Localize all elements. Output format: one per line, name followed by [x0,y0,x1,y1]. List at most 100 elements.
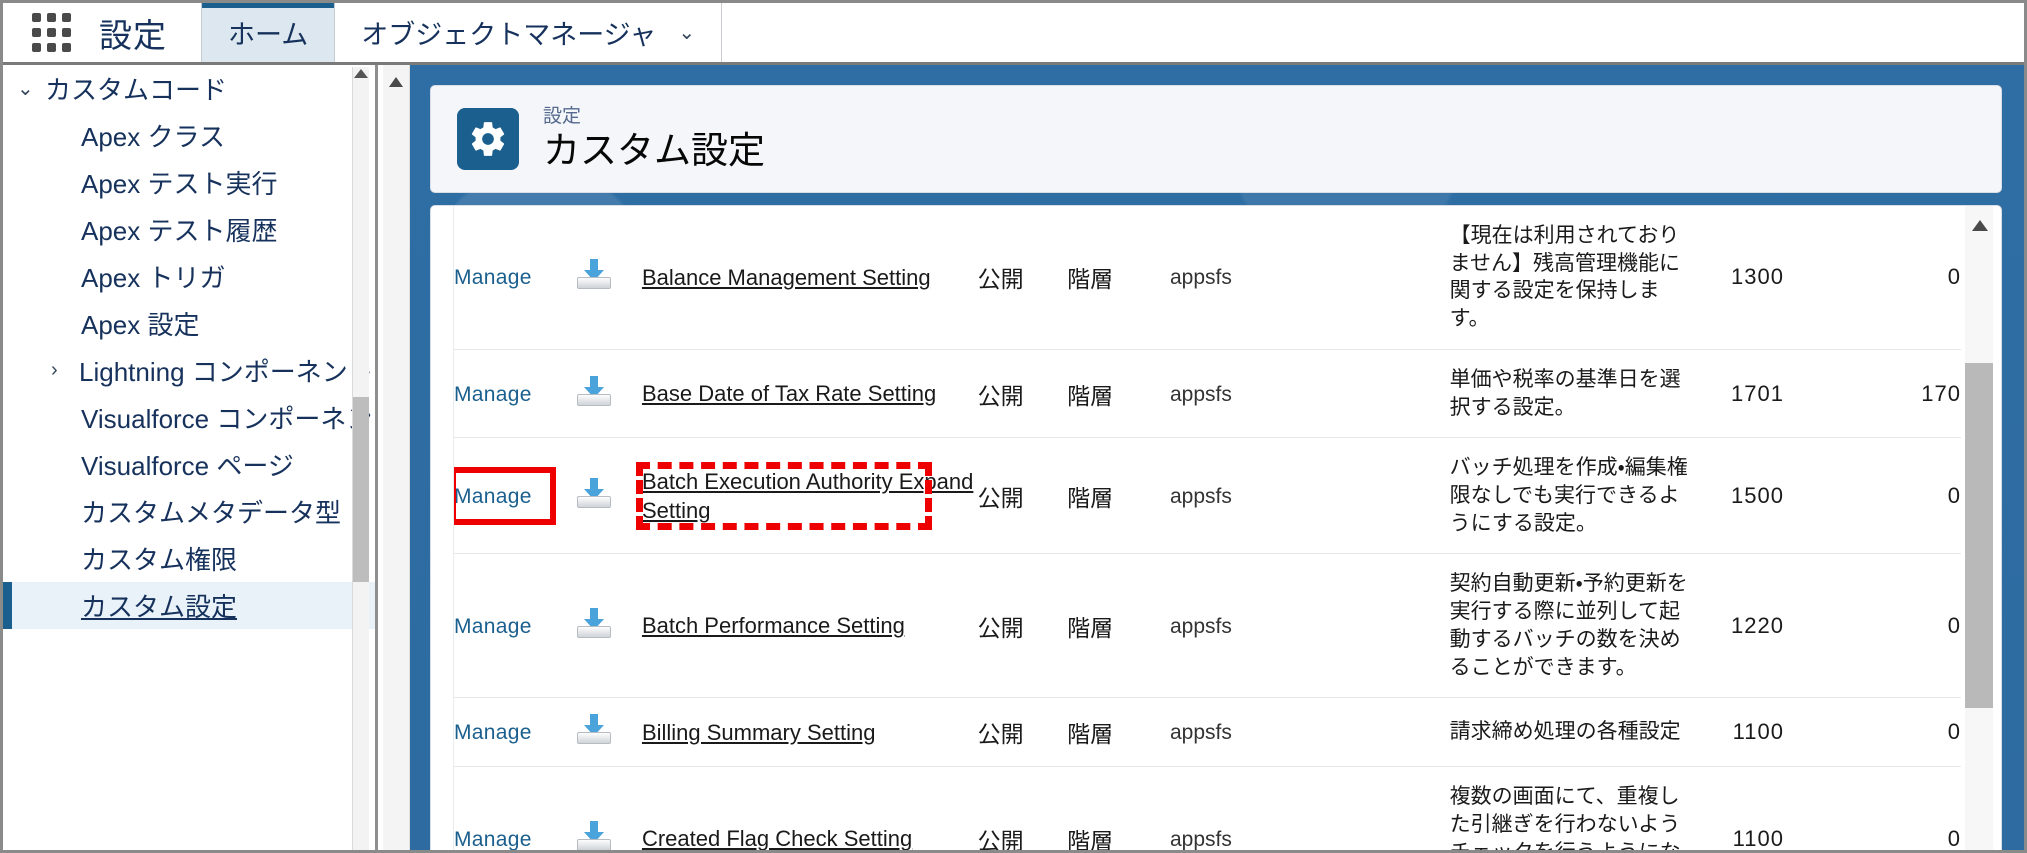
sidebar-item-5[interactable]: Apex 設定 [3,300,375,347]
table-row: Manage Billing Summary Setting 公開 階層 appsfs 請… [454,697,1961,768]
custom-settings-table: Manage Balance Management Setting 公開 階層 apps… [454,206,1961,853]
sidebar-item-4[interactable]: Apex トリガ [3,253,375,300]
sidebar-item-label: Apex クラス [81,122,225,152]
page-title: カスタム設定 [543,130,765,172]
type-value-cell: 階層 [1067,553,1170,699]
sidebar-item-3[interactable]: Apex テスト履歴 [3,206,375,253]
header-tabstrip: ホーム オブジェクトマネージャ ⌄ [201,3,723,62]
sidebar-item-0[interactable]: ⌄ カスタムコード [3,65,375,112]
sidebar-item-9[interactable]: カスタムメタデータ型 [3,488,375,535]
download-icon [577,259,612,290]
table-scroll-thumb[interactable] [1965,363,1993,708]
type-value-cell: 階層 [1067,206,1170,350]
chevron-right-icon[interactable]: › [51,359,79,382]
manage-link[interactable]: Manage [454,485,532,509]
namespace-value-cell: appsfs [1169,553,1450,699]
namespace-value-cell: appsfs [1169,349,1450,439]
setting-name-link[interactable]: Batch Execution Authority Expand Setting [642,467,978,525]
type-value: 階層 [1067,827,1114,853]
sidebar-item-8[interactable]: Visualforce ページ [3,441,375,488]
records-value: 0 [1770,825,1784,851]
visibility-value: 公開 [977,266,1024,293]
description-text: 複数の画面にて、重複した引継ぎを行わないようチェックを行うようになります。 [1449,785,1681,853]
namespace-value-cell: appsfs [1169,697,1450,768]
manage-cell: Manage [454,553,578,699]
description-text: バッチ処理を作成・編集権限なしでも実行できるようにする設定。 [1449,456,1688,535]
sidebar-item-label: Lightning コンポーネント [79,357,374,387]
table-scroll-up-icon[interactable] [1972,220,1988,231]
setting-name-link[interactable]: Base Date of Tax Rate Setting [642,379,936,408]
records-value: 0 [1770,719,1784,745]
table-scrollbar[interactable] [1965,206,1993,850]
setting-name-link[interactable]: Billing Summary Setting [642,718,876,747]
setting-name-link[interactable]: Balance Management Setting [642,263,931,292]
type-value: 階層 [1067,382,1114,409]
sidebar-item-6[interactable]: › Lightning コンポーネント [3,347,375,394]
manage-cell: Manage [454,437,578,555]
chevron-down-icon[interactable]: ⌄ [678,20,695,45]
description-text: 単価や税率の基準日を選択する設定。 [1449,367,1681,419]
namespace-value: appsfs [1169,484,1232,508]
records-value-cell: 0 [1770,697,1827,768]
sidebar-item-7[interactable]: Visualforce コンポーネント [3,394,375,441]
sidebar-item-11[interactable]: カスタム設定 [3,582,375,629]
type-value-cell: 階層 [1067,437,1170,555]
sidebar-item-label: カスタム設定 [81,592,238,622]
custom-settings-table-card: Manage Balance Management Setting 公開 階層 apps… [430,205,2002,853]
manage-link[interactable]: Manage [454,828,532,850]
tab-object-manager[interactable]: オブジェクトマネージャ ⌄ [335,3,721,62]
manage-link[interactable]: Manage [454,721,532,745]
manage-link[interactable]: Manage [454,383,532,407]
download-icon-cell [577,437,642,555]
setting-name-link[interactable]: Batch Performance Setting [642,611,905,640]
manage-cell: Manage [454,766,578,850]
size-value-cell: 150 [1690,437,1771,555]
manage-link[interactable]: Manage [454,615,532,639]
download-icon-cell [577,697,642,768]
setting-name-link[interactable]: Created Flag Check Setting [642,824,912,850]
app-launcher-button[interactable] [3,3,99,62]
used-value: 0 [1947,264,1961,290]
page-scroll-up-icon[interactable] [389,77,403,87]
sidebar-item-2[interactable]: Apex テスト実行 [3,159,375,206]
scroll-up-arrow-icon[interactable] [354,69,368,78]
type-value-cell: 階層 [1067,349,1170,439]
size-value: 122 [1731,612,1771,638]
chevron-down-icon[interactable]: ⌄ [17,76,45,101]
type-value-cell: 階層 [1067,766,1170,853]
type-value-cell: 階層 [1067,697,1170,768]
sidebar-item-label: カスタムコード [45,75,228,105]
sidebar-item-1[interactable]: Apex クラス [3,112,375,159]
page-header-eyebrow: 設定 [543,106,582,128]
records-value-cell: 1 [1770,349,1827,439]
used-value-cell: 0 [1826,206,1961,350]
download-icon [577,820,612,850]
download-icon [577,607,612,638]
sidebar-item-10[interactable]: カスタム権限 [3,535,375,582]
manage-link[interactable]: Manage [454,266,532,290]
table-left-gutter [431,206,454,850]
table-row: Manage Created Flag Check Setting 公開 階層 apps… [454,766,1961,853]
records-value-cell: 0 [1770,206,1827,350]
download-icon-cell [577,766,642,850]
size-value-cell: 110 [1690,766,1771,850]
sidebar-scrollbar[interactable] [352,67,369,850]
tab-home[interactable]: ホーム [201,3,336,62]
namespace-value: appsfs [1169,721,1232,745]
visibility-value: 公開 [977,614,1024,641]
page-scrollbar[interactable] [383,65,410,850]
size-value-cell: 130 [1690,206,1771,350]
download-icon-cell [577,206,642,350]
sidebar-scroll-thumb[interactable] [353,397,369,582]
setting-name-cell: Created Flag Check Setting [641,766,978,850]
used-value-cell: 0 [1826,697,1961,768]
description-text: 【現在は利用されておりません】残高管理機能に関する設定を保持します。 [1449,224,1681,331]
used-value: 0 [1947,612,1961,638]
used-value-cell: 170 [1826,349,1961,439]
table-row: Manage Base Date of Tax Rate Setting 公開 階層 a… [454,349,1961,439]
manage-cell: Manage [454,697,578,768]
size-value: 170 [1731,380,1771,406]
visibility-value: 公開 [977,721,1024,748]
namespace-value: appsfs [1169,266,1232,290]
sidebar-item-label: カスタム権限 [81,545,238,575]
